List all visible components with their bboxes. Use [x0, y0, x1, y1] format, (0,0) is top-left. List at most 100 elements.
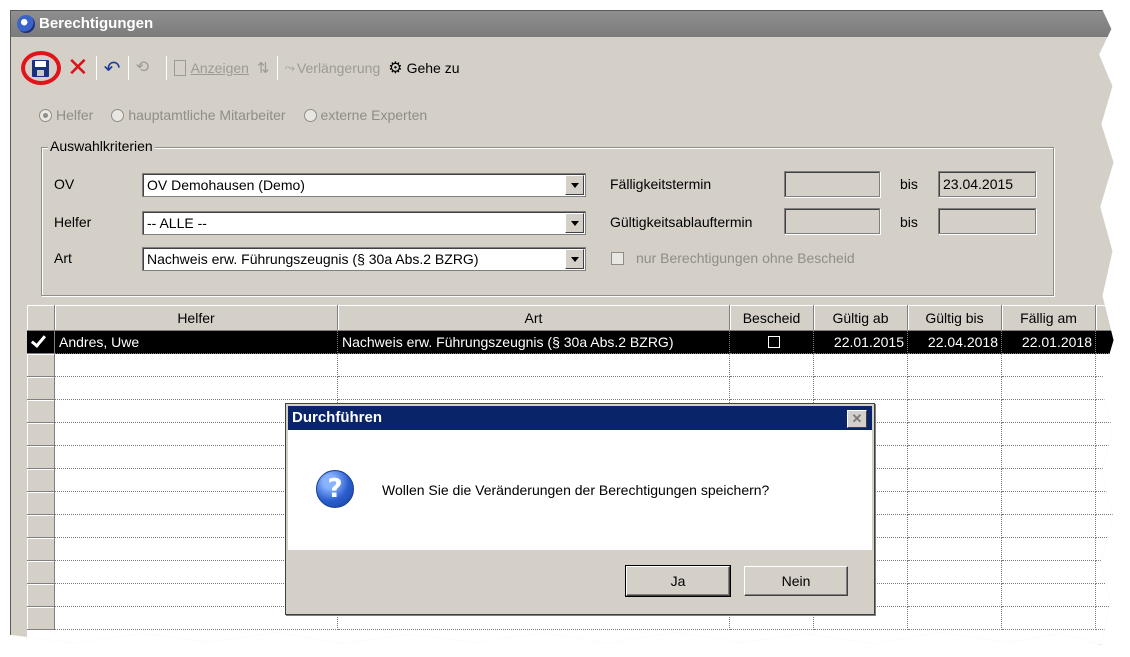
table-cell: [55, 377, 338, 400]
table-cell: [908, 423, 1002, 446]
table-cell: [1002, 377, 1096, 400]
ja-button[interactable]: Ja: [625, 565, 731, 597]
table-row-empty[interactable]: [27, 354, 1114, 377]
table-cell: [814, 377, 908, 400]
dropdown-arrow-icon[interactable]: [565, 249, 584, 269]
table-cell: [730, 354, 814, 377]
table-cell: [1002, 584, 1096, 607]
table-cell: [1002, 538, 1096, 561]
cell-filler: [1096, 377, 1114, 400]
window-title: Berechtigungen: [39, 15, 154, 32]
radio-button[interactable]: [303, 108, 317, 122]
nein-button[interactable]: Nein: [744, 566, 848, 596]
table-cell: [1002, 469, 1096, 492]
cell-filler: [1096, 423, 1114, 446]
app-icon: [17, 15, 35, 33]
art-dropdown[interactable]: Nachweis erw. Führungszeugnis (§ 30a Abs…: [142, 247, 586, 271]
gueltigkeit-from-field[interactable]: [784, 208, 880, 234]
column-header-art[interactable]: Art: [338, 305, 730, 331]
row-indicator: [27, 446, 55, 469]
cell-art: Nachweis erw. Führungszeugnis (§ 30a Abs…: [338, 331, 730, 354]
extend-icon: ⤳: [284, 60, 295, 75]
gueltigkeit-to-field[interactable]: [938, 208, 1036, 234]
bis-label: bis: [900, 176, 918, 192]
delete-icon: ✕: [67, 53, 89, 83]
table-header: Helfer Art Bescheid Gültig ab Gültig bis…: [27, 305, 1114, 331]
dropdown-arrow-icon[interactable]: [565, 213, 584, 233]
faelligkeit-from-field[interactable]: [784, 171, 880, 197]
row-indicator: [27, 492, 55, 515]
row-indicator: [27, 584, 55, 607]
cell-faellig-am: 22.01.2018: [1002, 331, 1096, 354]
table-row[interactable]: Andres, Uwe Nachweis erw. Führungszeugni…: [27, 331, 1114, 354]
cell-gueltig-ab: 22.01.2015: [814, 331, 908, 354]
question-icon: ?: [316, 470, 354, 508]
cell-bescheid: [730, 331, 814, 354]
dropdown-arrow-icon[interactable]: [565, 175, 584, 195]
column-header-bescheid[interactable]: Bescheid: [730, 305, 814, 331]
dialog-message: Wollen Sie die Veränderungen der Berecht…: [382, 482, 770, 498]
row-indicator: [27, 515, 55, 538]
radio-helfer[interactable]: Helfer: [39, 107, 93, 123]
ov-dropdown[interactable]: OV Demohausen (Demo): [142, 173, 586, 197]
column-header-gueltig-bis[interactable]: Gültig bis: [908, 305, 1002, 331]
table-cell: [908, 584, 1002, 607]
cell-helfer: Andres, Uwe: [55, 331, 338, 354]
cell-filler: [1096, 469, 1114, 492]
column-header-helfer[interactable]: Helfer: [55, 305, 338, 331]
verlaengerung-button[interactable]: ⤳ Verlängerung: [281, 54, 385, 82]
refresh-button[interactable]: ⟲: [132, 54, 163, 82]
sort-icon: ⇅: [256, 60, 270, 77]
delete-button[interactable]: ✕: [63, 54, 93, 82]
column-header-faellig-am[interactable]: Fällig am: [1002, 305, 1096, 331]
dialog-footer: Ja Nein: [288, 550, 872, 612]
toolbar: ✕ ↶ ⟲ Anzeigen ⇅ ⤳ Verlängerung ⚙ Gehe z…: [11, 51, 1114, 85]
radio-hauptamtliche[interactable]: hauptamtliche Mitarbeiter: [111, 107, 286, 123]
header-indicator: [27, 305, 55, 331]
undo-button[interactable]: ↶: [100, 54, 125, 82]
column-header-gueltig-ab[interactable]: Gültig ab: [814, 305, 908, 331]
radio-label: externe Experten: [320, 107, 428, 123]
save-button[interactable]: [19, 51, 63, 85]
table-cell: [1002, 400, 1096, 423]
ohne-bescheid-checkbox[interactable]: [611, 252, 624, 265]
ohne-bescheid-label: nur Berechtigungen ohne Bescheid: [636, 250, 855, 266]
table-cell: [1002, 607, 1096, 630]
bescheid-checkbox[interactable]: [767, 336, 780, 348]
anzeigen-button[interactable]: Anzeigen: [170, 54, 253, 82]
gueltigkeit-label: Gültigkeitsablauftermin: [610, 214, 753, 230]
faelligkeit-to-field[interactable]: 23.04.2015: [938, 171, 1036, 197]
cell-filler: [1096, 584, 1114, 607]
gehe-zu-button[interactable]: ⚙ Gehe zu: [384, 54, 463, 82]
bis-label: bis: [900, 214, 918, 230]
cell-filler: [1096, 354, 1114, 377]
verlaengerung-label: Verlängerung: [296, 60, 381, 76]
gehe-zu-label: Gehe zu: [406, 60, 460, 76]
cell-filler: [1096, 515, 1114, 538]
cell-filler: [1096, 492, 1114, 515]
table-row-empty[interactable]: [27, 377, 1114, 400]
table-cell: [908, 607, 1002, 630]
anzeigen-label: Anzeigen: [190, 60, 249, 76]
undo-icon: ↶: [103, 56, 121, 80]
table-cell: [1002, 515, 1096, 538]
row-indicator: [27, 469, 55, 492]
helfer-value: -- ALLE --: [147, 215, 207, 231]
radio-button[interactable]: [111, 108, 125, 122]
toolbar-separator: [276, 56, 278, 80]
sort-button[interactable]: ⇅: [253, 54, 274, 82]
document-icon: [173, 60, 186, 76]
cell-filler: [1096, 446, 1114, 469]
cell-filler: [1096, 400, 1114, 423]
row-indicator: [27, 607, 55, 630]
cell-filler: [1096, 607, 1114, 630]
goto-icon: ⚙: [388, 60, 403, 77]
radio-externe[interactable]: externe Experten: [303, 107, 428, 123]
table-cell: [908, 400, 1002, 423]
ov-value: OV Demohausen (Demo): [147, 177, 305, 193]
helfer-dropdown[interactable]: -- ALLE --: [142, 211, 586, 235]
table-cell: [814, 354, 908, 377]
close-icon[interactable]: ✕: [847, 410, 867, 428]
radio-label: hauptamtliche Mitarbeiter: [128, 107, 286, 123]
radio-button[interactable]: [39, 108, 52, 122]
